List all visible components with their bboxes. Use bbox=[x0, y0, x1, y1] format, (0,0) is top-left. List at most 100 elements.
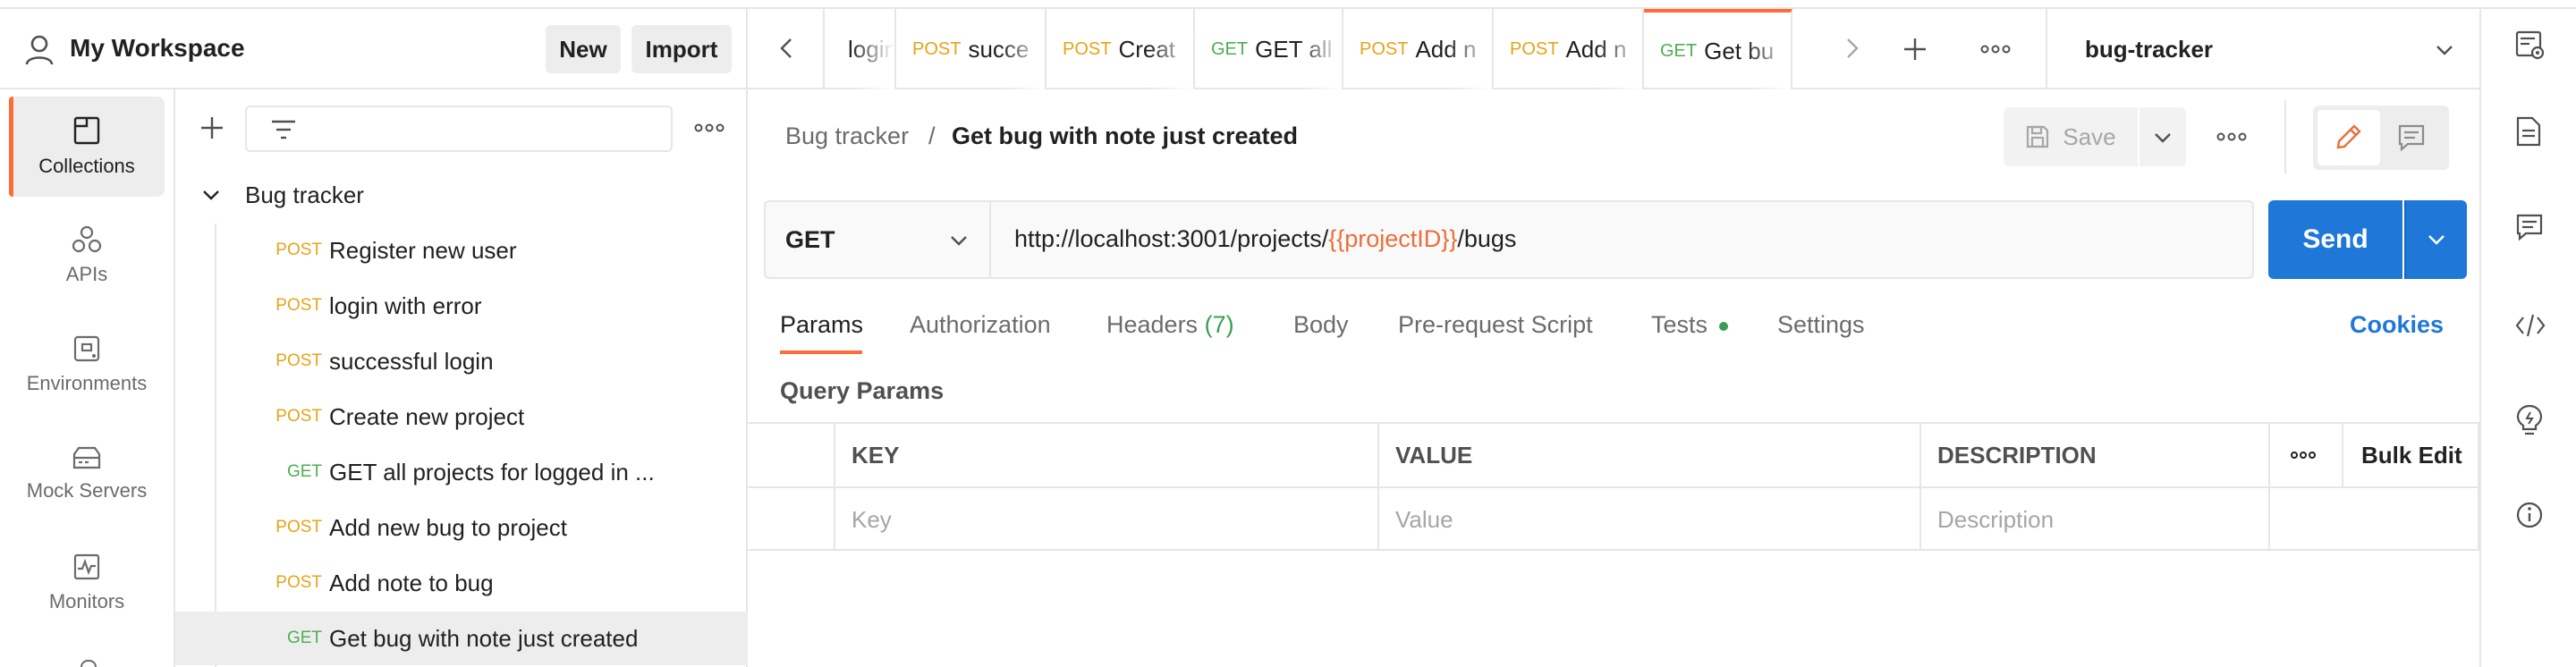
method-badge: POST bbox=[912, 38, 962, 59]
value-input[interactable]: Value bbox=[1395, 506, 1453, 534]
environment-select[interactable]: bug-tracker bbox=[2046, 9, 2479, 89]
tab-request-active[interactable]: GET Get bu bbox=[1644, 9, 1792, 89]
chevron-right-icon[interactable] bbox=[1846, 38, 1859, 59]
request-tabs-bar: login POST succe POST Creat GET GET all … bbox=[748, 9, 2046, 89]
send-button[interactable]: Send bbox=[2268, 200, 2402, 279]
method-badge: POST bbox=[275, 241, 322, 259]
collections-panel: Bug tracker POST Register new user POST … bbox=[175, 89, 748, 667]
more-tabs-icon[interactable] bbox=[1980, 45, 2011, 54]
environment-quick-look-icon[interactable] bbox=[2515, 30, 2546, 61]
tab-fade bbox=[850, 9, 894, 89]
tab-fade bbox=[1597, 9, 1642, 89]
mock-servers-icon bbox=[72, 445, 102, 470]
tab-request[interactable]: POST Creat bbox=[1046, 9, 1195, 89]
list-item[interactable]: POST Create new project bbox=[175, 390, 748, 443]
url-input[interactable]: http://localhost:3001/projects/{{project… bbox=[1014, 225, 1516, 253]
chevron-down-icon bbox=[202, 190, 220, 200]
send-options-button[interactable] bbox=[2404, 200, 2467, 279]
sidebar-item-environments[interactable]: Environments bbox=[9, 315, 165, 415]
query-params-title: Query Params bbox=[780, 377, 945, 404]
save-button[interactable]: Save bbox=[2004, 107, 2138, 166]
cookies-link[interactable]: Cookies bbox=[2350, 311, 2444, 339]
sidebar-item-apis[interactable]: APIs bbox=[9, 206, 165, 306]
tests-status-dot bbox=[1719, 322, 1728, 331]
edit-mode-button[interactable] bbox=[2318, 110, 2380, 165]
list-item[interactable]: POST successful login bbox=[175, 334, 748, 388]
tab-tests[interactable]: Tests bbox=[1651, 311, 1707, 339]
filter-icon bbox=[270, 119, 297, 140]
column-header-key: KEY bbox=[852, 442, 900, 469]
key-input[interactable]: Key bbox=[852, 506, 892, 534]
documentation-icon[interactable] bbox=[2515, 116, 2542, 147]
sidebar-item-monitors[interactable]: Monitors bbox=[9, 533, 165, 633]
method-badge: POST bbox=[1063, 38, 1112, 59]
collection-folder[interactable]: Bug tracker bbox=[175, 168, 748, 222]
page-title[interactable]: Get bug with note just created bbox=[952, 122, 1298, 150]
lightbulb-icon[interactable] bbox=[2515, 404, 2544, 436]
tab-request[interactable]: GET GET all bbox=[1195, 9, 1343, 89]
list-item[interactable]: POST login with error bbox=[175, 279, 748, 333]
tab-fade bbox=[1000, 9, 1045, 89]
column-options-icon[interactable] bbox=[2290, 451, 2317, 460]
sidebar-item-label: Collections bbox=[38, 155, 135, 177]
more-options-icon[interactable] bbox=[694, 123, 724, 132]
sidebar-item-label: Environments bbox=[26, 372, 148, 394]
tab-prerequest-script[interactable]: Pre-request Script bbox=[1398, 311, 1593, 339]
tab-fade bbox=[1746, 13, 1791, 89]
query-params-table: KEY VALUE DESCRIPTION Bulk Edit Key Valu… bbox=[748, 422, 2479, 551]
description-input[interactable]: Description bbox=[1937, 506, 2054, 534]
request-name: Register new user bbox=[329, 236, 517, 264]
save-icon bbox=[2025, 124, 2050, 149]
workspace-title[interactable]: My Workspace bbox=[70, 34, 245, 63]
toolbar-divider bbox=[2284, 100, 2286, 173]
window-top-border bbox=[0, 0, 2576, 9]
chevron-down-icon bbox=[2428, 234, 2445, 245]
tab-request[interactable]: POST succe bbox=[896, 9, 1046, 89]
comment-mode-icon[interactable] bbox=[2397, 123, 2426, 152]
request-name: Create new project bbox=[329, 402, 525, 430]
flows-icon[interactable] bbox=[80, 660, 97, 667]
list-item[interactable]: GET GET all projects for logged in ... bbox=[175, 445, 748, 499]
url-variable: {{projectID}} bbox=[1328, 225, 1458, 252]
tab-settings[interactable]: Settings bbox=[1777, 311, 1865, 339]
column-divider bbox=[2478, 424, 2479, 551]
list-item-selected[interactable]: GET Get bug with note just created bbox=[175, 612, 748, 665]
list-item[interactable]: POST Register new user bbox=[175, 224, 748, 277]
tab-authorization[interactable]: Authorization bbox=[910, 311, 1051, 339]
url-prefix: http://localhost:3001/projects/ bbox=[1014, 225, 1329, 252]
list-item[interactable]: POST Add new bug to project bbox=[175, 501, 748, 554]
method-select[interactable]: GET bbox=[766, 202, 991, 277]
tab-request[interactable]: login bbox=[825, 9, 896, 89]
method-badge: POST bbox=[275, 518, 322, 536]
method-badge: POST bbox=[275, 351, 322, 370]
sidebar-item-label: Monitors bbox=[48, 590, 125, 612]
tab-request[interactable]: POST Add n bbox=[1343, 9, 1494, 89]
tab-body[interactable]: Body bbox=[1293, 311, 1349, 339]
new-tab-icon[interactable] bbox=[1902, 36, 1928, 63]
chevron-left-icon[interactable] bbox=[780, 38, 792, 59]
method-badge: POST bbox=[1360, 38, 1409, 59]
column-divider bbox=[834, 424, 835, 551]
collections-icon bbox=[72, 115, 101, 146]
sidebar-item-label: APIs bbox=[65, 263, 108, 285]
bulk-edit-button[interactable]: Bulk Edit bbox=[2361, 442, 2462, 469]
comments-icon[interactable] bbox=[2515, 213, 2544, 241]
tab-params[interactable]: Params bbox=[780, 311, 863, 339]
info-icon[interactable] bbox=[2515, 501, 2544, 529]
code-icon[interactable] bbox=[2515, 313, 2546, 338]
request-more-icon[interactable] bbox=[2216, 132, 2247, 141]
method-badge: POST bbox=[1510, 38, 1559, 59]
column-divider bbox=[2268, 424, 2270, 551]
list-item[interactable]: POST Add note to bug bbox=[175, 556, 748, 610]
tab-request[interactable]: POST Add n bbox=[1494, 9, 1644, 89]
breadcrumb-parent[interactable]: Bug tracker bbox=[785, 122, 909, 150]
new-button[interactable]: New bbox=[546, 25, 621, 73]
import-button[interactable]: Import bbox=[631, 25, 732, 73]
search-collections-input[interactable] bbox=[245, 106, 673, 152]
sidebar-item-collections[interactable]: Collections bbox=[9, 97, 165, 197]
monitors-icon bbox=[72, 553, 101, 581]
sidebar-item-mock-servers[interactable]: Mock Servers bbox=[9, 424, 165, 524]
add-collection-icon[interactable] bbox=[199, 114, 225, 141]
tab-headers[interactable]: Headers (7) bbox=[1106, 311, 1234, 339]
save-options-button[interactable] bbox=[2140, 107, 2186, 166]
